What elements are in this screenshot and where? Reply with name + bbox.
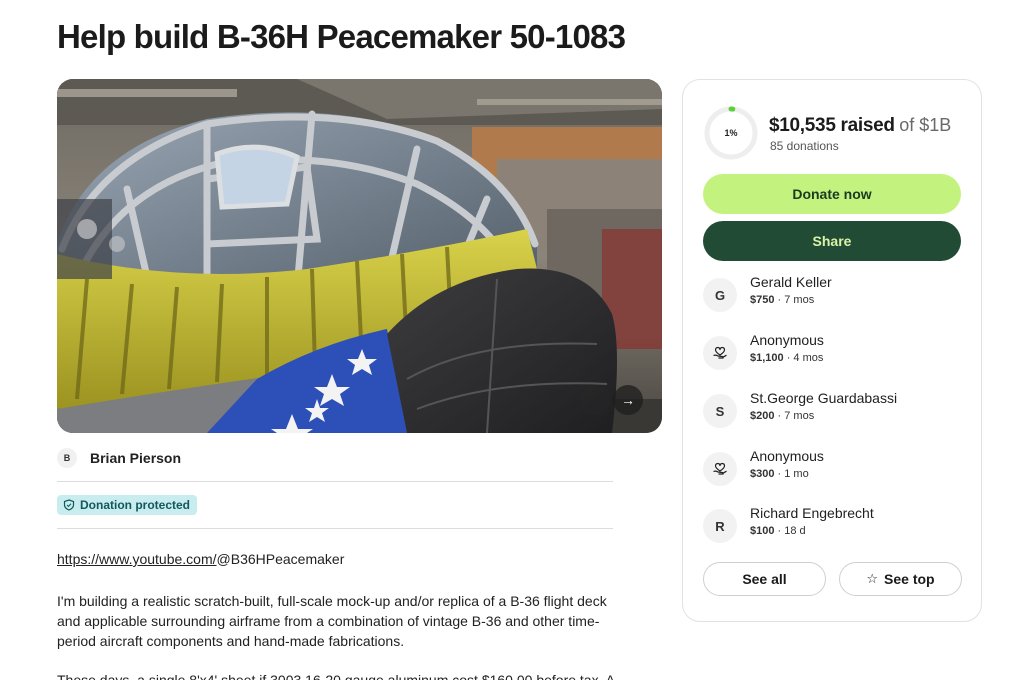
youtube-link[interactable]: https://www.youtube.com/@B36HPeacemaker bbox=[57, 551, 344, 567]
donor-meta: $200 · 7 mos bbox=[750, 410, 814, 422]
donor-name: St.George Guardabassi bbox=[750, 390, 898, 406]
photo-previous-button[interactable] bbox=[580, 385, 610, 415]
see-top-button[interactable]: ☆ See top bbox=[839, 562, 962, 596]
divider bbox=[57, 481, 613, 482]
photo-next-button[interactable]: → bbox=[613, 385, 643, 415]
star-icon: ☆ bbox=[866, 571, 879, 586]
donation-protected-badge[interactable]: Donation protected bbox=[57, 495, 197, 515]
donor-row: S St.George Guardabassi $200 · 7 mos bbox=[703, 390, 961, 434]
donor-time: · 7 mos bbox=[774, 410, 815, 422]
shield-icon bbox=[63, 499, 75, 511]
campaign-photo[interactable] bbox=[57, 79, 662, 433]
donation-card: 1% $10,535 raised of $1B 85 donations Do… bbox=[682, 79, 982, 622]
donate-now-button[interactable]: Donate now bbox=[703, 174, 961, 214]
donor-meta: $1,100 · 4 mos bbox=[750, 352, 823, 364]
donation-count: 85 donations bbox=[770, 139, 839, 153]
organizer-avatar: B bbox=[57, 448, 77, 468]
amount-raised: $10,535 raised of $1B bbox=[769, 115, 951, 137]
badge-label: Donation protected bbox=[80, 498, 190, 512]
raised-amount: $10,535 raised bbox=[769, 115, 895, 136]
donor-avatar: S bbox=[703, 394, 737, 428]
share-button[interactable]: Share bbox=[703, 221, 961, 261]
donor-time: · 1 mo bbox=[774, 468, 809, 480]
donor-meta: $300 · 1 mo bbox=[750, 468, 809, 480]
donor-row: G Gerald Keller $750 · 7 mos bbox=[703, 274, 961, 318]
donor-avatar: R bbox=[703, 509, 737, 543]
donor-meta: $750 · 7 mos bbox=[750, 294, 814, 306]
donor-amount: $300 bbox=[750, 468, 775, 480]
divider bbox=[57, 528, 613, 529]
link-prefix[interactable]: https://www.youtube.com/ bbox=[57, 551, 217, 567]
donor-amount: $100 bbox=[750, 525, 775, 537]
donor-amount: $750 bbox=[750, 294, 775, 306]
donor-amount: $200 bbox=[750, 410, 775, 422]
donor-name: Gerald Keller bbox=[750, 274, 832, 290]
donor-time: · 7 mos bbox=[774, 294, 815, 306]
donor-meta: $100 · 18 d bbox=[750, 525, 806, 537]
donor-row: Anonymous $300 · 1 mo bbox=[703, 448, 961, 492]
donor-row: Anonymous $1,100 · 4 mos bbox=[703, 332, 961, 376]
donor-time: · 4 mos bbox=[783, 352, 824, 364]
donor-name: Richard Engebrecht bbox=[750, 505, 874, 521]
page-title: Help build B-36H Peacemaker 50-1083 bbox=[57, 18, 626, 55]
see-top-label: See top bbox=[884, 571, 935, 587]
organizer-name[interactable]: Brian Pierson bbox=[90, 450, 181, 466]
progress-ring: 1% bbox=[703, 105, 759, 161]
progress-percent: 1% bbox=[724, 128, 738, 138]
donor-time: · 18 d bbox=[774, 525, 806, 537]
donor-name: Anonymous bbox=[750, 332, 824, 348]
organizer[interactable]: B Brian Pierson bbox=[57, 446, 613, 470]
heart-hand-icon bbox=[703, 452, 737, 486]
donor-avatar: G bbox=[703, 278, 737, 312]
heart-hand-icon bbox=[703, 336, 737, 370]
goal-amount: of $1B bbox=[899, 115, 952, 135]
arrow-right-icon: → bbox=[621, 392, 635, 408]
see-all-label: See all bbox=[742, 571, 787, 587]
story-paragraph: These days, a single 8'x4' sheet if 3003… bbox=[57, 672, 613, 680]
link-suffix[interactable]: @B36HPeacemaker bbox=[217, 551, 345, 567]
see-all-button[interactable]: See all bbox=[703, 562, 826, 596]
donor-row: R Richard Engebrecht $100 · 18 d bbox=[703, 505, 961, 549]
donor-amount: $1,100 bbox=[750, 352, 784, 364]
story-paragraph: I'm building a realistic scratch-built, … bbox=[57, 593, 607, 649]
donor-name: Anonymous bbox=[750, 448, 824, 464]
b36-cockpit-photo bbox=[57, 79, 662, 433]
